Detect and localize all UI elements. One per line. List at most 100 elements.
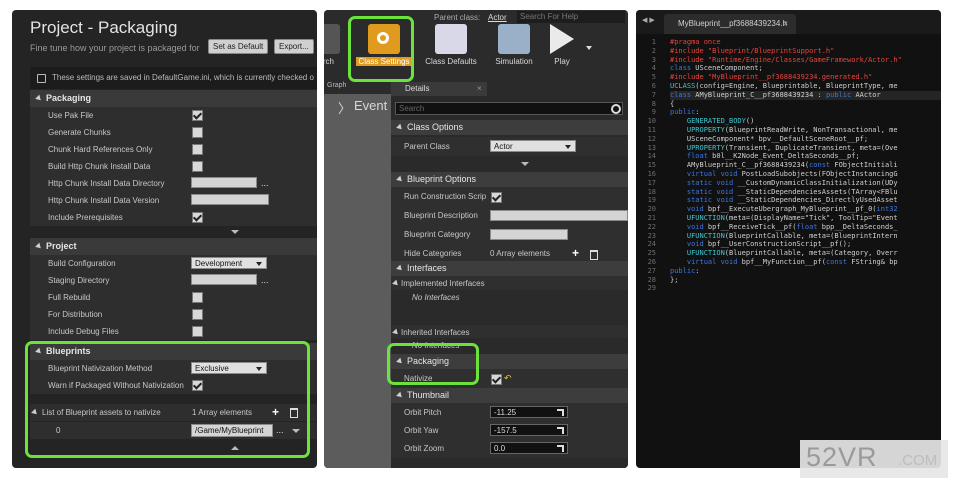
bp-description-input[interactable] — [490, 210, 628, 221]
include-debug-row: Include Debug Files — [30, 323, 317, 340]
code-line[interactable]: #include "Runtime/Engine/Classes/GameFra… — [670, 56, 941, 65]
code-line[interactable]: void bpf__UserConstructionScript__pf(); — [670, 240, 941, 249]
code-line[interactable] — [670, 284, 941, 293]
orbit-yaw-input[interactable]: -157.5 — [490, 424, 568, 436]
code-line[interactable]: public: — [670, 267, 941, 276]
code-line[interactable]: UPROPERTY(BlueprintReadWrite, NonTransac… — [670, 126, 941, 135]
play-button[interactable]: Play — [532, 22, 592, 78]
set-as-default-button[interactable]: Set as Default — [208, 39, 269, 54]
tab-header-file[interactable]: MyBlueprint__pf3688439234.h × — [664, 14, 796, 34]
section-interfaces[interactable]: Interfaces — [391, 261, 628, 276]
reset-to-default-icon[interactable]: ↶ — [504, 369, 512, 388]
use-pak-checkbox[interactable] — [192, 110, 203, 121]
include-prereq-checkbox[interactable] — [192, 212, 203, 223]
tab-nav-arrows-icon[interactable]: ◀ ▶ — [642, 16, 655, 24]
warn-nativization-checkbox[interactable] — [192, 380, 203, 391]
section-packaging[interactable]: Packaging — [30, 90, 317, 107]
no-inherited-row: No Interfaces — [391, 338, 628, 354]
code-line[interactable]: void bpf__ExecuteUbergraph_MyBlueprint__… — [670, 205, 941, 214]
browse-dots[interactable]: ... — [261, 175, 269, 192]
code-line[interactable]: AMyBlueprint_C__pf3688439234(const FObje… — [670, 161, 941, 170]
http-ver-input[interactable] — [191, 194, 269, 205]
code-line[interactable]: #pragma once — [670, 38, 941, 47]
code-line[interactable]: virtual void bpf__MyFunction__pf(const F… — [670, 258, 941, 267]
code-line[interactable]: #include "MyBlueprint__pf3688439234.gene… — [670, 73, 941, 82]
code-line[interactable]: class USceneComponent; — [670, 64, 941, 73]
graph-area[interactable]: Graph 〉 Event — [324, 82, 391, 468]
play-options-chevron-icon[interactable] — [586, 46, 592, 50]
nativize-checkbox[interactable] — [491, 374, 502, 385]
staging-dir-input[interactable] — [191, 274, 257, 285]
close-tab-icon[interactable]: × — [783, 14, 788, 34]
code-line[interactable]: }; — [670, 276, 941, 285]
section-class-options[interactable]: Class Options — [391, 120, 628, 135]
export-button[interactable]: Export... — [274, 39, 314, 54]
section-blueprint-options[interactable]: Blueprint Options — [391, 172, 628, 187]
orbit-pitch-input[interactable]: -11.25 — [490, 406, 568, 418]
orbit-zoom-input[interactable]: 0.0 — [490, 442, 568, 454]
expand-advanced-icon[interactable] — [231, 230, 239, 234]
code-line[interactable]: USceneComponent* bpv__DefaultSceneRoot__… — [670, 135, 941, 144]
build-config-dropdown[interactable]: Development — [191, 257, 267, 269]
code-line[interactable]: { — [670, 100, 941, 109]
section-blueprints[interactable]: Blueprints — [30, 343, 317, 360]
code-line[interactable]: public: — [670, 108, 941, 117]
drag-arrow-icon — [557, 427, 564, 434]
tab-graph[interactable]: Graph — [324, 82, 391, 94]
orbit-zoom-row: Orbit Zoom 0.0 — [391, 439, 628, 458]
code-line[interactable]: virtual void PostLoadSubobjects(FObjectI… — [670, 170, 941, 179]
line-number: 1 — [651, 38, 656, 46]
code-line[interactable]: static void __StaticDependencies_Directl… — [670, 196, 941, 205]
breadcrumb-arrow-icon: 〉 — [338, 101, 352, 116]
bp-category-input[interactable] — [490, 229, 568, 240]
section-project[interactable]: Project — [30, 238, 317, 255]
search-button[interactable]: earch — [324, 22, 354, 78]
code-line[interactable]: float b0l__K2Node_Event_DeltaSeconds__pf… — [670, 152, 941, 161]
code-line[interactable]: static void __CustomDynamicClassInitiali… — [670, 179, 941, 188]
collapse-arrow-icon[interactable] — [392, 328, 400, 337]
parent-class-link[interactable]: Actor — [488, 13, 507, 22]
trash-icon[interactable] — [290, 408, 298, 418]
chevron-down-icon[interactable] — [292, 429, 300, 433]
code-line[interactable]: UFUNCTION(meta=(DisplayName="Tick", Tool… — [670, 214, 941, 223]
line-number: 9 — [651, 108, 656, 117]
nativization-method-dropdown[interactable]: Exclusive — [191, 362, 267, 374]
browse-dots[interactable]: ... — [261, 272, 269, 289]
code-line[interactable]: UFUNCTION(BlueprintCallable, meta=(Bluep… — [670, 232, 941, 241]
code-line[interactable]: UFUNCTION(BlueprintCallable, meta=(Categ… — [670, 249, 941, 258]
collapse-arrow-icon[interactable] — [31, 408, 39, 417]
expand-advanced-icon[interactable] — [521, 162, 529, 166]
code-line[interactable]: #include "Blueprint/BlueprintSupport.h" — [670, 47, 941, 56]
code-line[interactable]: static void __StaticDependenciesAssets(T… — [670, 188, 941, 197]
browse-dots[interactable]: ... — [276, 422, 284, 439]
code-line[interactable]: void bpf__ReceiveTick__pf(float bpp__Del… — [670, 223, 941, 232]
asset-path-field[interactable]: /Game/MyBlueprint — [191, 424, 273, 437]
trash-icon[interactable] — [590, 250, 598, 260]
class-defaults-button[interactable]: Class Defaults — [421, 22, 481, 78]
chunk-hard-checkbox[interactable] — [192, 144, 203, 155]
add-element-icon[interactable]: + — [272, 404, 279, 421]
http-dir-input[interactable] — [191, 177, 257, 188]
collapse-advanced-icon[interactable] — [231, 446, 239, 450]
details-search-input[interactable]: Search — [395, 102, 623, 115]
include-debug-checkbox[interactable] — [192, 326, 203, 337]
line-number: 2 — [651, 46, 656, 55]
tab-details[interactable]: Details × — [391, 82, 487, 96]
code-line[interactable]: class AMyBlueprint_C__pf3688439234 : pub… — [670, 90, 941, 100]
collapse-arrow-icon[interactable] — [392, 279, 400, 288]
run-construction-checkbox[interactable] — [491, 192, 502, 203]
section-thumbnail[interactable]: Thumbnail — [391, 388, 628, 403]
build-http-checkbox[interactable] — [192, 161, 203, 172]
code-body[interactable]: #pragma once #include "Blueprint/Blueprin… — [670, 38, 941, 293]
parent-class-dropdown[interactable]: Actor — [490, 140, 576, 152]
code-line[interactable]: UPROPERTY(Transient, DuplicateTransient,… — [670, 144, 941, 153]
section-packaging[interactable]: Packaging — [391, 354, 628, 369]
code-line[interactable]: GENERATED_BODY() — [670, 117, 941, 126]
parent-class-row: Parent Class Actor — [391, 137, 628, 156]
gen-chunks-checkbox[interactable] — [192, 127, 203, 138]
for-distribution-checkbox[interactable] — [192, 309, 203, 320]
class-settings-button[interactable]: Class Settings — [354, 22, 414, 78]
run-construction-row: Run Construction Scrip — [391, 187, 628, 206]
code-line[interactable]: UCLASS(config=Engine, Blueprintable, Blu… — [670, 82, 941, 91]
full-rebuild-checkbox[interactable] — [192, 292, 203, 303]
